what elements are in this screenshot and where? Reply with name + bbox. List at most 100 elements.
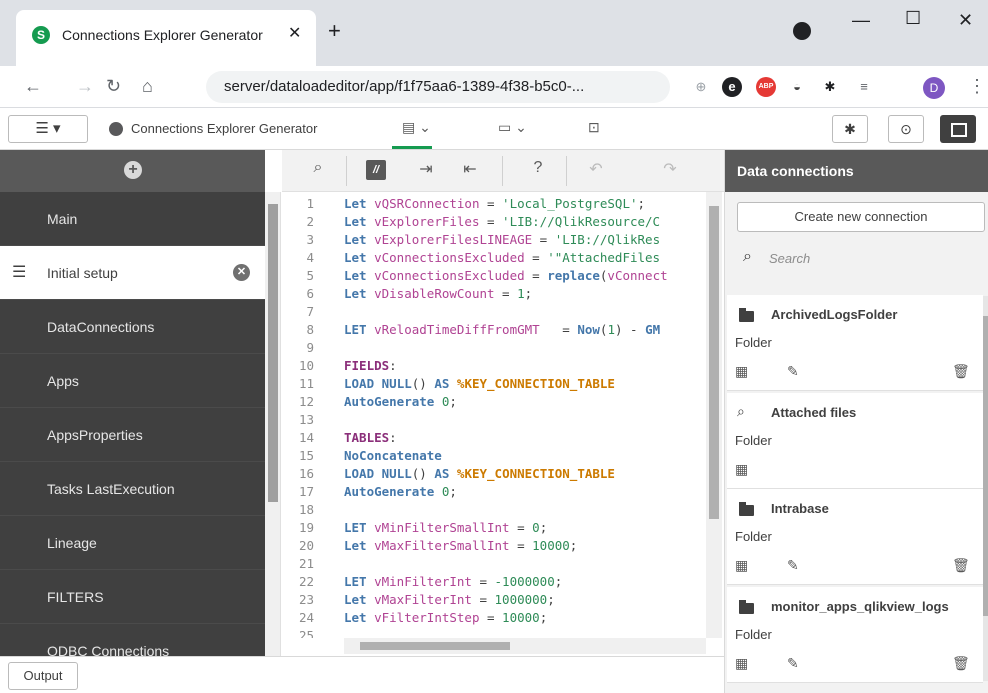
toggle-panel-button[interactable] xyxy=(940,115,976,143)
section-tasks-lastexecution[interactable]: Tasks LastExecution xyxy=(0,462,265,516)
code-line[interactable]: 14 TABLES: xyxy=(282,430,706,445)
code-line[interactable]: 20 Let vMaxFilterSmallInt = 10000; xyxy=(282,538,706,553)
forward-icon[interactable]: → xyxy=(76,76,94,97)
select-data-icon[interactable]: ▦ xyxy=(735,461,748,478)
code-line[interactable]: 13 xyxy=(282,412,706,427)
data-model-viewer-icon[interactable]: ▭ ⌄ xyxy=(498,119,527,136)
search-icon[interactable]: ⌕ xyxy=(304,159,332,177)
browser-tab[interactable]: S Connections Explorer Generator ✕ xyxy=(16,10,316,66)
code-line[interactable]: 6 Let vDisableRowCount = 1; xyxy=(282,286,706,301)
extensions-puzzle-icon[interactable]: ✱ xyxy=(820,77,840,97)
editor-vertical-scrollbar[interactable] xyxy=(706,192,722,638)
back-icon[interactable]: ← xyxy=(24,76,42,97)
extension-circle-icon[interactable]: ◒ xyxy=(787,77,807,97)
script-editor[interactable]: 1 Let vQSRConnection = 'Local_PostgreSQL'… xyxy=(282,192,706,638)
connection-item[interactable]: ⌕ Attached files Folder ▦ xyxy=(727,393,983,489)
profile-avatar[interactable]: D xyxy=(923,77,945,99)
sidebar-scroll-thumb[interactable] xyxy=(268,204,278,502)
active-view-indicator xyxy=(392,146,432,149)
code-line[interactable]: 19 LET vMinFilterSmallInt = 0; xyxy=(282,520,706,535)
delete-icon[interactable]: 🗑 xyxy=(952,655,970,672)
browser-menu-icon[interactable]: ⋮ xyxy=(968,76,986,97)
undo-icon[interactable]: ↶ xyxy=(582,159,610,179)
new-tab-button[interactable]: + xyxy=(328,20,341,42)
navigation-menu-button[interactable]: ☰ ▾ xyxy=(8,115,88,143)
select-data-icon[interactable]: ▦ xyxy=(735,363,748,380)
create-new-connection-button[interactable]: Create new connection xyxy=(737,202,985,232)
connections-scrollbar[interactable] xyxy=(983,296,988,681)
section-odbc-connections[interactable]: ODBC Connections xyxy=(0,624,265,656)
help-icon[interactable]: ? xyxy=(524,159,552,177)
code-line[interactable]: 16 LOAD NULL() AS %KEY_CONNECTION_TABLE xyxy=(282,466,706,481)
code-line[interactable]: 3 Let vExplorerFilesLINEAGE = 'LIB://Qlik… xyxy=(282,232,706,247)
adblock-icon[interactable]: ABP xyxy=(756,77,776,97)
close-tab-icon[interactable]: ✕ xyxy=(288,23,301,43)
load-data-button[interactable]: ⊙ xyxy=(888,115,924,143)
sidebar-scrollbar[interactable] xyxy=(265,192,281,656)
delete-section-icon[interactable]: ✕ xyxy=(233,264,250,281)
code-line[interactable]: 17 AutoGenerate 0; xyxy=(282,484,706,499)
add-section-icon[interactable]: + xyxy=(124,161,142,179)
connection-item[interactable]: monitor_apps_qlikview_logs Folder ▦ ✎ 🗑 xyxy=(727,587,983,683)
code-line[interactable]: 22 LET vMinFilterInt = -1000000; xyxy=(282,574,706,589)
delete-icon[interactable]: 🗑 xyxy=(952,557,970,574)
code-line[interactable]: 8 LET vReloadTimeDiffFromGMT = Now(1) - G… xyxy=(282,322,706,337)
select-data-icon[interactable]: ▦ xyxy=(735,557,748,574)
extension-globe-icon[interactable]: ⊕ xyxy=(691,77,711,97)
section-initial-setup[interactable]: ☰ Initial setup ✕ xyxy=(0,246,265,300)
indent-icon[interactable]: ⇥ xyxy=(412,159,440,179)
code-line[interactable]: 9 xyxy=(282,340,706,355)
drag-handle-icon[interactable]: ☰ xyxy=(12,246,26,300)
editor-horizontal-scrollbar[interactable] xyxy=(344,638,706,654)
code-line[interactable]: 2 Let vExplorerFiles = 'LIB://QlikResourc… xyxy=(282,214,706,229)
section-dataconnections[interactable]: DataConnections xyxy=(0,300,265,354)
section-main[interactable]: Main xyxy=(0,192,265,246)
home-icon[interactable]: ⌂ xyxy=(142,76,153,97)
code-line[interactable]: 11 LOAD NULL() AS %KEY_CONNECTION_TABLE xyxy=(282,376,706,391)
code-line[interactable]: 23 Let vMaxFilterInt = 1000000; xyxy=(282,592,706,607)
tab-search-icon[interactable] xyxy=(793,22,811,40)
code-line[interactable]: 5 Let vConnectionsExcluded = replace(vCon… xyxy=(282,268,706,283)
section-lineage[interactable]: Lineage xyxy=(0,516,265,570)
code-text: LOAD NULL() AS %KEY_CONNECTION_TABLE xyxy=(344,466,615,481)
outdent-icon[interactable]: ⇤ xyxy=(456,159,484,179)
code-line[interactable]: 1 Let vQSRConnection = 'Local_PostgreSQL'… xyxy=(282,196,706,211)
delete-icon[interactable]: 🗑 xyxy=(952,363,970,380)
extension-shield-icon[interactable]: e xyxy=(722,77,742,97)
data-load-editor-icon[interactable]: ▤ ⌄ xyxy=(402,119,431,136)
redo-icon[interactable]: ↷ xyxy=(656,159,684,179)
code-line[interactable]: 24 Let vFilterIntStep = 10000; xyxy=(282,610,706,625)
reading-list-icon[interactable]: ≡ xyxy=(854,77,874,97)
connections-scroll-thumb[interactable] xyxy=(983,316,988,616)
line-number: 11 xyxy=(298,376,314,391)
minimize-icon[interactable]: — xyxy=(852,10,870,31)
edit-icon[interactable]: ✎ xyxy=(787,655,799,672)
connection-search-input[interactable]: Search xyxy=(769,251,810,266)
edit-icon[interactable]: ✎ xyxy=(787,557,799,574)
code-line[interactable]: 10 FIELDS: xyxy=(282,358,706,373)
code-line[interactable]: 12 AutoGenerate 0; xyxy=(282,394,706,409)
code-line[interactable]: 21 xyxy=(282,556,706,571)
output-button[interactable]: Output xyxy=(8,662,78,690)
connection-item[interactable]: ArchivedLogsFolder Folder ▦ ✎ 🗑 xyxy=(727,295,983,391)
code-line[interactable]: 25 xyxy=(282,628,706,638)
maximize-icon[interactable]: ☐ xyxy=(905,8,921,29)
sheet-view-icon[interactable]: ⊡ xyxy=(588,119,600,136)
reload-icon[interactable]: ↻ xyxy=(106,76,121,97)
code-line[interactable]: 7 xyxy=(282,304,706,319)
section-filters[interactable]: FILTERS xyxy=(0,570,265,624)
select-data-icon[interactable]: ▦ xyxy=(735,655,748,672)
debug-button[interactable]: ✱ xyxy=(832,115,868,143)
comment-icon[interactable]: // xyxy=(366,160,386,180)
url-field[interactable]: server/dataloadeditor/app/f1f75aa6-1389-… xyxy=(206,71,670,103)
code-line[interactable]: 4 Let vConnectionsExcluded = '"AttachedFi… xyxy=(282,250,706,265)
editor-vertical-scroll-thumb[interactable] xyxy=(709,206,719,519)
section-apps[interactable]: Apps xyxy=(0,354,265,408)
connection-item[interactable]: Intrabase Folder ▦ ✎ 🗑 xyxy=(727,489,983,585)
editor-horizontal-scroll-thumb[interactable] xyxy=(360,642,510,650)
edit-icon[interactable]: ✎ xyxy=(787,363,799,380)
close-window-icon[interactable]: ✕ xyxy=(958,10,973,31)
code-line[interactable]: 15 NoConcatenate xyxy=(282,448,706,463)
section-appsproperties[interactable]: AppsProperties xyxy=(0,408,265,462)
code-line[interactable]: 18 xyxy=(282,502,706,517)
